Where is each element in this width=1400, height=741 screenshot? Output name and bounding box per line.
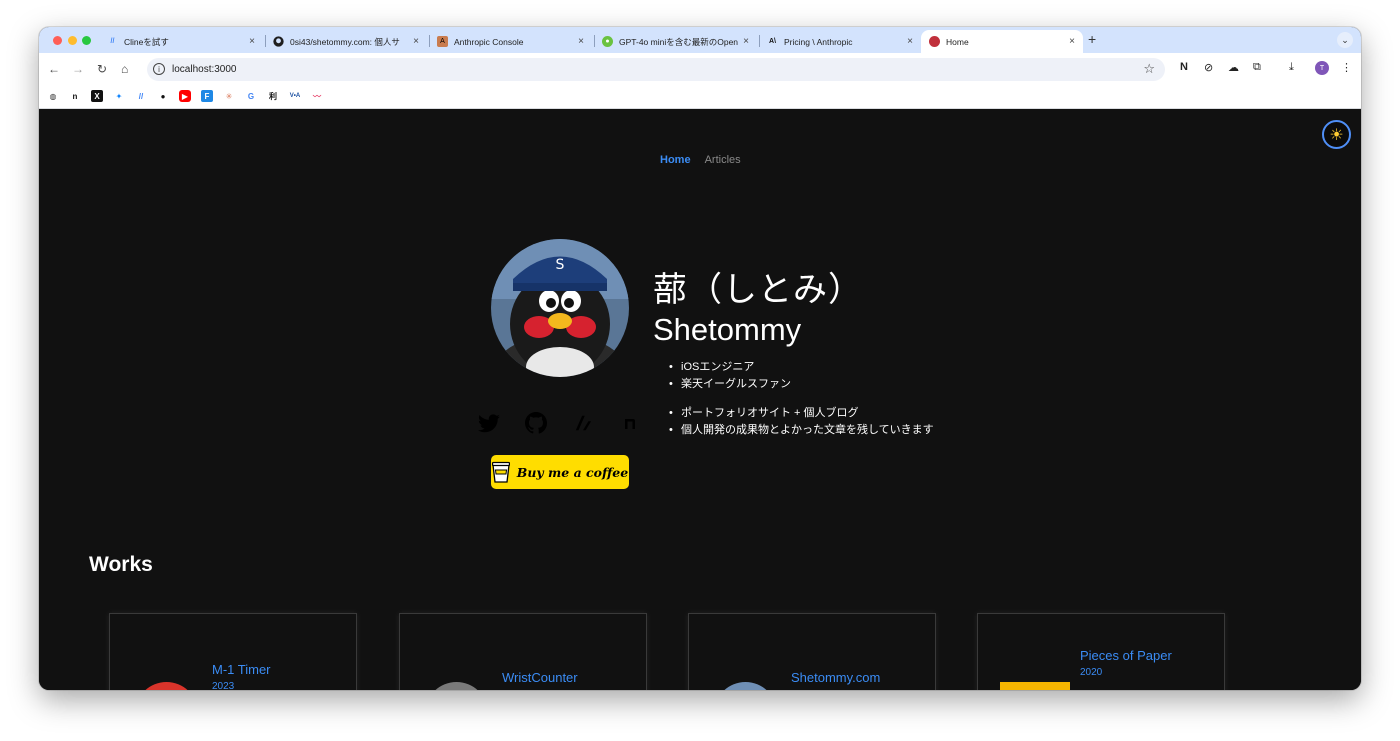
bookmark-star-icon[interactable]: ☆ xyxy=(1143,61,1155,77)
bluesky-bookmark-icon[interactable]: ✦ xyxy=(113,90,125,102)
close-icon[interactable]: × xyxy=(1069,36,1075,47)
tab-strip: // Clineを試す × 0si43/shetommy.com: 個人サ × … xyxy=(39,27,1361,53)
minimize-window-button[interactable] xyxy=(68,36,77,45)
work-title[interactable]: Shetommy.com xyxy=(791,670,880,685)
block-extension-icon[interactable]: ⊘ xyxy=(1204,61,1213,74)
avatar: S xyxy=(491,239,629,377)
cloud-extension-icon[interactable]: ☁ xyxy=(1228,61,1239,74)
maximize-window-button[interactable] xyxy=(82,36,91,45)
zenn-icon[interactable] xyxy=(571,411,595,435)
tab-gpt4o[interactable]: ● GPT-4o miniを含む最新のOpen × xyxy=(594,30,757,53)
github-icon[interactable] xyxy=(524,411,548,435)
twitter-icon[interactable] xyxy=(477,411,501,435)
close-icon[interactable]: × xyxy=(578,36,584,47)
note-bookmark-icon[interactable]: n xyxy=(69,90,81,102)
work-card-shetommy[interactable]: Shetommy.com xyxy=(688,613,936,690)
va-bookmark-icon[interactable]: V•A xyxy=(289,90,301,102)
site-icon xyxy=(929,36,940,47)
bio-item: 個人開発の成果物とよかった文章を残していきます xyxy=(669,422,934,439)
kanji-bookmark-icon[interactable]: 利 xyxy=(267,90,279,102)
menu-kebab-icon[interactable]: ⋮ xyxy=(1341,61,1352,74)
work-card-pieces-of-paper[interactable]: Pieces of Paper 2020 xyxy=(977,613,1225,690)
tab-search-button[interactable]: ⌄ xyxy=(1337,32,1353,48)
back-icon[interactable]: ← xyxy=(48,62,60,76)
pink-bookmark-icon[interactable]: 〰 xyxy=(311,90,323,102)
download-icon[interactable]: ⤓ xyxy=(1289,61,1294,74)
url-text[interactable]: localhost:3000 xyxy=(172,64,237,75)
tab-cline[interactable]: // Clineを試す × xyxy=(99,30,263,53)
tab-anthropic-console[interactable]: A Anthropic Console × xyxy=(429,30,592,53)
openai-icon: ● xyxy=(602,36,613,47)
globe-bookmark-icon[interactable]: ◍ xyxy=(47,90,59,102)
cline-icon: // xyxy=(110,38,115,45)
bio-item: ポートフォリオサイト + 個人ブログ xyxy=(669,405,934,422)
github-bookmark-icon[interactable]: ● xyxy=(157,90,169,102)
work-card-m1-timer[interactable]: M-1 Timer 2023 xyxy=(109,613,357,690)
browser-toolbar: ← → ↻ ⌂ i localhost:3000 ☆ N ⊘ ☁ ⧉ ⤓ T ⋮ xyxy=(39,53,1361,86)
work-thumbnail xyxy=(714,682,777,690)
tab-title: 0si43/shetommy.com: 個人サ xyxy=(290,36,400,47)
reload-icon[interactable]: ↻ xyxy=(97,62,107,76)
tab-github[interactable]: 0si43/shetommy.com: 個人サ × xyxy=(265,30,427,53)
claude-bookmark-icon[interactable]: ✳ xyxy=(223,90,235,102)
work-year: 2020 xyxy=(1080,667,1103,678)
extensions-puzzle-icon[interactable]: ⧉ xyxy=(1253,61,1261,74)
work-card-wristcounter[interactable]: WristCounter xyxy=(399,613,647,690)
work-thumbnail xyxy=(425,682,488,690)
profile-avatar[interactable]: T xyxy=(1315,61,1329,75)
tab-title: Pricing \ Anthropic xyxy=(784,36,853,47)
buy-me-a-coffee-button[interactable]: Buy me a coffee xyxy=(491,455,629,489)
work-thumbnail xyxy=(135,682,198,690)
work-title[interactable]: M-1 Timer xyxy=(212,662,271,677)
close-window-button[interactable] xyxy=(53,36,62,45)
work-year: 2023 xyxy=(212,681,235,690)
name-english: Shetommy xyxy=(653,312,802,347)
bio-item: 楽天イーグルスファン xyxy=(669,376,934,393)
zenn-bookmark-icon[interactable]: // xyxy=(135,90,147,102)
note-icon[interactable] xyxy=(618,411,642,435)
tab-pricing[interactable]: A\ Pricing \ Anthropic × xyxy=(759,30,921,53)
forward-icon[interactable]: → xyxy=(72,62,84,76)
work-title[interactable]: WristCounter xyxy=(502,670,578,685)
close-icon[interactable]: × xyxy=(249,36,255,47)
page-content: ☀ Home Articles S 蔀（しとみ） Shetommy • iOSエ… xyxy=(39,109,1361,690)
close-icon[interactable]: × xyxy=(907,36,913,47)
coffee-label: Buy me a coffee xyxy=(516,464,629,480)
bookmarks-bar: ◍ n X ✦ // ● ▶ F ✳ G 利 V•A 〰 xyxy=(39,86,1361,109)
feedly-bookmark-icon[interactable]: F xyxy=(201,90,213,102)
bio-list: iOSエンジニア 楽天イーグルスファン ポートフォリオサイト + 個人ブログ 個… xyxy=(669,359,934,438)
tab-title: Home xyxy=(946,36,969,47)
close-icon[interactable]: × xyxy=(413,36,419,47)
coffee-cup-icon xyxy=(491,461,510,483)
google-bookmark-icon[interactable]: G xyxy=(245,90,257,102)
nav-home-link[interactable]: Home xyxy=(660,154,691,166)
browser-window: // Clineを試す × 0si43/shetommy.com: 個人サ × … xyxy=(39,27,1361,690)
tab-title: Clineを試す xyxy=(124,36,169,47)
work-title[interactable]: Pieces of Paper xyxy=(1080,648,1172,663)
notion-extension-icon[interactable]: N xyxy=(1180,61,1188,73)
tab-title: Anthropic Console xyxy=(454,36,524,47)
name-japanese: 蔀（しとみ） xyxy=(653,270,863,310)
site-info-icon[interactable]: i xyxy=(153,63,165,75)
youtube-bookmark-icon[interactable]: ▶ xyxy=(179,90,191,102)
new-tab-button[interactable]: + xyxy=(1088,31,1096,47)
tab-home[interactable]: Home × xyxy=(921,30,1083,53)
svg-text:S: S xyxy=(556,257,565,273)
github-icon xyxy=(273,36,284,47)
sun-icon: ☀ xyxy=(1329,126,1344,144)
bio-item: iOSエンジニア xyxy=(669,359,934,376)
site-nav: Home Articles xyxy=(660,154,741,166)
theme-toggle-button[interactable]: ☀ xyxy=(1322,120,1351,149)
works-heading: Works xyxy=(89,553,153,576)
address-bar[interactable]: i localhost:3000 ☆ xyxy=(147,58,1165,81)
anthropic-icon: A xyxy=(437,36,448,47)
anthropic-icon: A\ xyxy=(769,38,776,45)
close-icon[interactable]: × xyxy=(743,36,749,47)
home-icon[interactable]: ⌂ xyxy=(121,62,128,76)
x-bookmark-icon[interactable]: X xyxy=(91,90,103,102)
work-thumbnail xyxy=(1000,682,1070,690)
nav-articles-link[interactable]: Articles xyxy=(705,154,741,166)
tab-title: GPT-4o miniを含む最新のOpen xyxy=(619,36,739,47)
